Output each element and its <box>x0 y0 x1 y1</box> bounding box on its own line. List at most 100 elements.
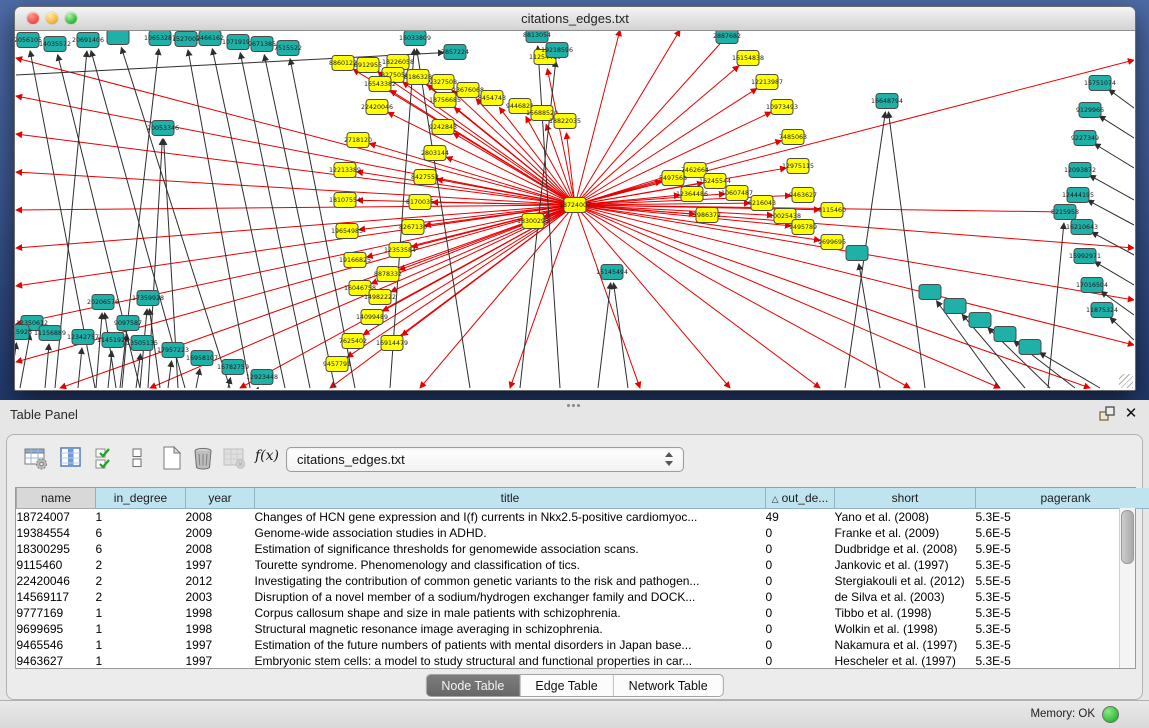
graph-node[interactable]: 8267130 <box>399 220 427 235</box>
graph-node[interactable]: 16958107 <box>186 351 218 366</box>
graph-node[interactable]: 8860122 <box>329 56 357 71</box>
graph-node[interactable]: 12342757 <box>67 330 99 345</box>
graph-node[interactable]: 13505135 <box>126 336 158 351</box>
graph-node[interactable]: 2056105 <box>15 33 42 48</box>
window-resize-grip[interactable] <box>1119 374 1133 388</box>
graph-node[interactable] <box>107 31 129 45</box>
graph-node[interactable]: 15751074 <box>1084 76 1116 91</box>
graph-node[interactable]: 16648794 <box>871 94 903 109</box>
close-panel-icon[interactable]: ✕ <box>1122 405 1140 423</box>
graph-node[interactable] <box>846 246 868 261</box>
graph-node[interactable]: 8878332 <box>374 267 402 282</box>
graph-node[interactable]: 17957223 <box>157 343 189 358</box>
column-header-in_degree[interactable]: in_degree <box>96 488 186 509</box>
graph-node[interactable]: 18300295 <box>517 214 549 229</box>
graph-node[interactable]: 2718120 <box>344 133 372 148</box>
graph-node[interactable]: 9463627 <box>789 188 817 203</box>
graph-node[interactable]: 8215958 <box>1051 205 1079 220</box>
column-selection-icon[interactable] <box>92 445 118 471</box>
network-window[interactable]: citations_edges.txt 18724007 886012289129… <box>14 6 1136 391</box>
graph-node[interactable]: 11451924 <box>97 333 129 348</box>
graph-node[interactable]: 9699695 <box>818 235 846 250</box>
graph-node[interactable]: 9671385 <box>248 37 276 52</box>
graph-node[interactable]: 12444195 <box>1062 188 1094 203</box>
splitter-grip-icon[interactable] <box>566 403 580 409</box>
graph-node[interactable]: 8454743 <box>478 91 506 106</box>
graph-node[interactable]: 9466162 <box>196 31 224 46</box>
graph-node[interactable]: 17016504 <box>1076 278 1108 293</box>
graph-node[interactable]: 19654985 <box>331 224 363 239</box>
graph-node[interactable]: 2803144 <box>421 146 449 161</box>
table-settings-icon[interactable] <box>23 445 49 471</box>
graph-node[interactable]: 9129966 <box>1076 103 1104 118</box>
graph-node[interactable]: 9097587 <box>114 316 142 331</box>
table-row[interactable]: 977716911998Corpus callosum shape and si… <box>17 605 1149 621</box>
row-height-icon[interactable] <box>124 445 150 471</box>
table-row[interactable]: 911546021997Tourette syndrome. Phenomeno… <box>17 557 1149 573</box>
graph-node[interactable]: 7485063 <box>779 130 807 145</box>
graph-node[interactable]: 8170035 <box>406 195 434 210</box>
graph-node[interactable]: 8427552 <box>411 170 439 185</box>
network-canvas[interactable]: 1872400788601228912955182260581827505816… <box>15 31 1135 390</box>
graph-node[interactable]: 11875324 <box>1086 303 1118 318</box>
graph-node[interactable]: 20691406 <box>72 33 104 48</box>
graph-node[interactable]: 18724007 <box>559 198 591 213</box>
function-builder-icon[interactable]: f(x) <box>255 448 281 474</box>
graph-node[interactable]: 18822035 <box>549 114 581 129</box>
show-column-icon[interactable] <box>58 445 84 471</box>
graph-node[interactable] <box>944 299 966 314</box>
graph-node[interactable]: 14099489 <box>356 310 388 325</box>
table-selector-dropdown[interactable]: citations_edges.txt <box>286 447 684 472</box>
graph-node[interactable]: 18756685 <box>429 93 461 108</box>
table-row[interactable]: 1456911722003Disruption of a novel membe… <box>17 589 1149 605</box>
graph-node[interactable]: 16154838 <box>732 51 764 66</box>
graph-node[interactable]: 8813054 <box>523 31 551 43</box>
table-row[interactable]: 946362711997Embryonic stem cells: a mode… <box>17 653 1149 669</box>
graph-node[interactable]: 20053346 <box>147 121 179 136</box>
graph-node[interactable]: 16210643 <box>1066 220 1098 235</box>
column-header-pagerank[interactable]: pagerank <box>976 488 1149 509</box>
column-header-short[interactable]: short <box>835 488 976 509</box>
graph-node[interactable]: 19166825 <box>339 253 371 268</box>
graph-node[interactable]: 16914479 <box>376 336 408 351</box>
graph-node[interactable]: 12364486 <box>676 187 708 202</box>
graph-node[interactable]: 8912955 <box>354 58 382 73</box>
column-header-title[interactable]: title <box>255 488 766 509</box>
column-header-name[interactable]: name <box>17 488 96 509</box>
graph-node[interactable]: 9457791 <box>323 357 351 372</box>
graph-node[interactable]: 16543382 <box>364 77 396 92</box>
graph-node[interactable]: 18107554 <box>329 193 361 208</box>
graph-node[interactable]: 2887682 <box>713 31 741 44</box>
graph-node[interactable]: 14035572 <box>39 37 71 52</box>
float-panel-icon[interactable] <box>1098 405 1116 423</box>
graph-node[interactable]: 9495789 <box>789 220 817 235</box>
column-header-out_de[interactable]: △out_de... <box>766 488 835 509</box>
graph-node[interactable]: 6216043 <box>748 196 776 211</box>
graph-node[interactable]: 7625402 <box>339 334 367 349</box>
table-row[interactable]: 946554611997Estimation of the future num… <box>17 637 1149 653</box>
graph-node[interactable]: 20206576 <box>87 295 119 310</box>
graph-node[interactable]: 11156889 <box>34 326 66 341</box>
column-header-year[interactable]: year <box>186 488 255 509</box>
create-column-icon[interactable] <box>159 445 185 471</box>
graph-node[interactable] <box>969 313 991 328</box>
graph-node[interactable]: 7515522 <box>274 41 302 56</box>
table-row[interactable]: 1830029562008Estimation of significance … <box>17 541 1149 557</box>
graph-node[interactable]: 19218596 <box>541 43 573 58</box>
graph-node[interactable]: 10607487 <box>721 186 753 201</box>
table-row[interactable]: 2242004622012Investigating the contribut… <box>17 573 1149 589</box>
graph-node[interactable]: 12213389 <box>329 163 361 178</box>
table-scrollbar[interactable] <box>1119 508 1135 668</box>
graph-node[interactable] <box>1019 340 1041 355</box>
table-row[interactable]: 1938455462009Genome-wide association stu… <box>17 525 1149 541</box>
tab-edge-table[interactable]: Edge Table <box>519 675 612 696</box>
graph-node[interactable]: 8186328 <box>404 70 432 85</box>
window-titlebar[interactable]: citations_edges.txt <box>15 7 1135 31</box>
graph-node[interactable]: 22420046 <box>361 100 393 115</box>
graph-node[interactable]: 7857224 <box>441 45 469 60</box>
graph-node[interactable]: 9242843 <box>429 120 457 135</box>
graph-node[interactable]: 16782759 <box>217 360 249 375</box>
graph-node[interactable]: 15992971 <box>1069 249 1101 264</box>
delete-column-icon[interactable] <box>190 445 216 471</box>
graph-node[interactable]: 12353584 <box>384 243 416 258</box>
